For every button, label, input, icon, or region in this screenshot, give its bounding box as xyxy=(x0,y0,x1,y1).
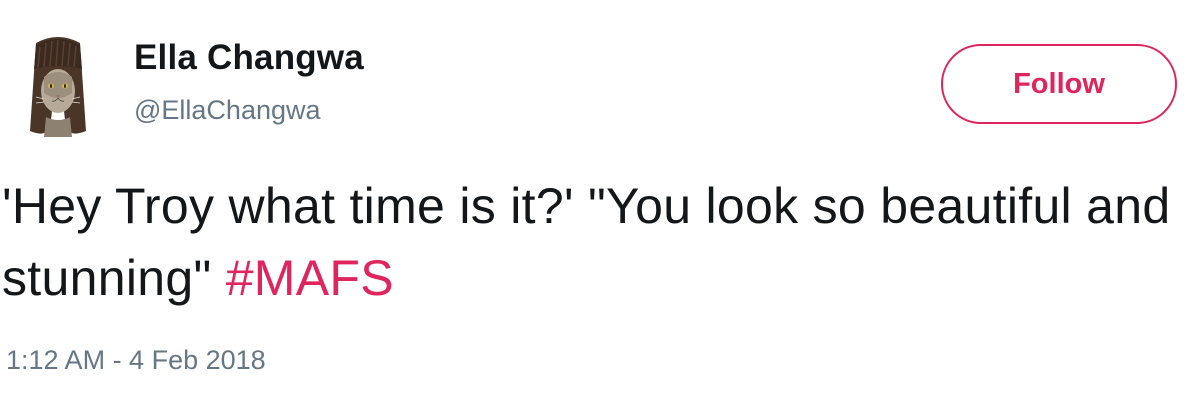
hashtag-link[interactable]: #MAFS xyxy=(226,250,394,306)
tweet-timestamp[interactable]: 1:12 AM - 4 Feb 2018 xyxy=(6,345,266,376)
user-handle[interactable]: @EllaChangwa xyxy=(134,95,321,126)
avatar[interactable] xyxy=(22,33,94,139)
tweet-text-body: 'Hey Troy what time is it?' "You look so… xyxy=(2,178,1171,306)
follow-button[interactable]: Follow xyxy=(941,44,1177,124)
tweet-text: 'Hey Troy what time is it?' "You look so… xyxy=(2,170,1192,314)
display-name[interactable]: Ella Changwa xyxy=(134,38,364,78)
cat-with-wig-avatar-icon xyxy=(30,37,86,137)
tweet-card: Ella Changwa @EllaChangwa Follow 'Hey Tr… xyxy=(0,0,1200,400)
